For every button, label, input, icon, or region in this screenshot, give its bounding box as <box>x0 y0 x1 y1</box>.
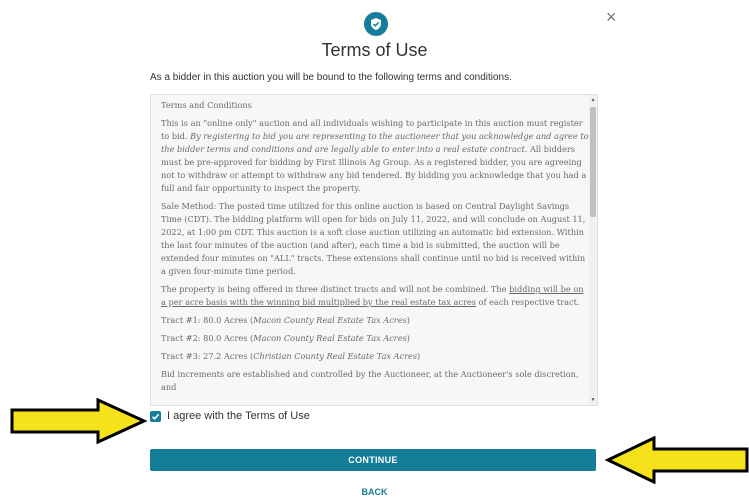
terms-text: of each respective tract. <box>475 297 580 307</box>
arrow-left-annotation-icon <box>604 436 749 484</box>
terms-text: Tract #1: 80.0 Acres ( <box>161 315 254 325</box>
continue-button[interactable]: CONTINUE <box>150 449 596 471</box>
terms-content: Terms and Conditions This is an "online … <box>161 99 589 399</box>
terms-intro-text: As a bidder in this auction you will be … <box>150 72 512 83</box>
terms-text: Tract #3: 27.2 Acres ( <box>161 351 254 361</box>
checkmark-icon <box>151 413 160 420</box>
agree-checkbox[interactable] <box>150 410 161 422</box>
terms-paragraph-sale-method: Sale Method: The posted time utilized fo… <box>161 201 586 276</box>
close-icon[interactable]: × <box>606 8 617 26</box>
shield-check-icon <box>364 12 388 36</box>
terms-text: ) <box>417 351 421 361</box>
agree-label[interactable]: I agree with the Terms of Use <box>167 410 310 422</box>
scroll-up-icon[interactable]: ▲ <box>589 97 597 103</box>
terms-italic-text: Macon County Real Estate Tax Acres <box>253 333 407 343</box>
terms-paragraph-registration: This is an "online only" auction and all… <box>161 117 589 195</box>
terms-italic-text: Macon County Real Estate Tax Acres <box>253 315 407 325</box>
arrow-right-annotation-icon <box>10 398 148 444</box>
terms-italic-text: Christian County Real Estate Tax Acres <box>253 351 418 361</box>
terms-italic-text: By registering to bid you are representi… <box>161 131 589 154</box>
terms-tract-3: Tract #3: 27.2 Acres (Christian County R… <box>161 350 589 363</box>
scrollbar[interactable]: ▲ ▼ <box>589 95 597 405</box>
agree-row[interactable]: I agree with the Terms of Use <box>150 410 310 422</box>
terms-text: The property is being offered in three d… <box>161 284 510 294</box>
scroll-down-icon[interactable]: ▼ <box>589 397 597 403</box>
terms-paragraph-bid-increments: Bid increments are established and contr… <box>161 369 579 392</box>
terms-text: ) <box>406 315 410 325</box>
terms-text: Tract #2: 80.0 Acres ( <box>161 333 254 343</box>
modal-title: Terms of Use <box>321 40 428 60</box>
terms-heading: Terms and Conditions <box>161 100 252 110</box>
terms-tract-1: Tract #1: 80.0 Acres (Macon County Real … <box>161 314 589 327</box>
terms-tract-2: Tract #2: 80.0 Acres (Macon County Real … <box>161 332 589 345</box>
terms-paragraph-tracts: The property is being offered in three d… <box>161 283 589 309</box>
terms-scroll-box[interactable]: Terms and Conditions This is an "online … <box>150 94 598 406</box>
scrollbar-thumb[interactable] <box>590 107 596 217</box>
terms-text: ) <box>406 333 410 343</box>
